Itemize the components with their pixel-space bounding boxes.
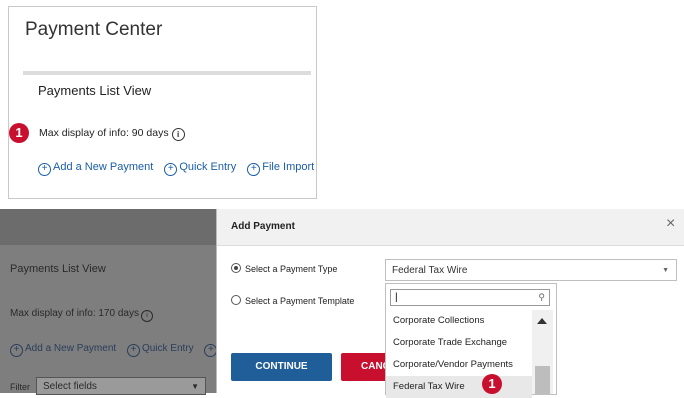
quick-entry-link[interactable]: + Quick Entry	[164, 161, 236, 176]
payments-list-view-heading: Payments List View	[38, 83, 152, 98]
max-display-text: Max display of info: 90 days	[39, 127, 169, 139]
plus-circle-icon: +	[126, 344, 140, 357]
scroll-up-arrow-icon[interactable]	[537, 318, 547, 324]
dropdown-option[interactable]: Corporate/Vendor Payments	[386, 354, 532, 376]
callout-badge: 1	[9, 123, 29, 143]
payment-type-dropdown: | ⚲ Corporate Collections Corporate Trad…	[385, 283, 557, 398]
dropdown-option[interactable]: Corporate Trade Exchange	[386, 332, 532, 354]
add-new-payment-link: + Add a New Payment	[10, 343, 116, 357]
divider	[23, 71, 311, 75]
quick-entry-link: + Quick Entry	[126, 343, 194, 357]
payment-actions: + Add a New Payment + Quick Entry + File Im…	[38, 161, 322, 176]
filter-select: Select fields ▼	[36, 377, 206, 395]
max-display-info: Max display of info: 90 days i	[39, 127, 185, 141]
plus-circle-icon: +	[38, 163, 51, 176]
search-icon: ⚲	[538, 292, 545, 302]
plus-circle-icon: +	[10, 344, 23, 357]
dropdown-option[interactable]: Corporate Collections	[386, 310, 532, 332]
dropdown-scrollbar[interactable]	[532, 310, 553, 394]
scrollbar-thumb[interactable]	[535, 366, 550, 394]
dropdown-list: Corporate Collections Corporate Trade Ex…	[386, 310, 532, 398]
close-icon[interactable]: ×	[666, 215, 675, 233]
modal-title: Add Payment	[231, 221, 295, 232]
modal-header: Add Payment ×	[217, 209, 684, 246]
payment-template-radio[interactable]: Select a Payment Template	[231, 295, 354, 306]
background-max-display: Max display of info: 170 days i	[10, 308, 153, 322]
cancel-button[interactable]: CANCEL	[341, 353, 385, 381]
page-title: Payment Center	[25, 19, 163, 40]
callout-badge: 1	[482, 374, 502, 394]
plus-circle-icon: +	[164, 163, 178, 176]
radio-unchecked-icon[interactable]	[231, 295, 241, 305]
continue-button[interactable]: CONTINUE	[231, 353, 332, 381]
add-payment-modal: Add Payment × Select a Payment Type Sele…	[216, 209, 684, 398]
file-import-link[interactable]: + File Import	[247, 161, 314, 176]
dropdown-option-selected[interactable]: Federal Tax Wire	[386, 376, 532, 398]
payment-type-select[interactable]: Federal Tax Wire ▼	[385, 259, 677, 281]
caret-down-icon: ▼	[662, 267, 669, 274]
background-actions: +Add a New Payment +Quick Entry +Fi	[10, 343, 236, 357]
info-icon: i	[140, 310, 153, 322]
plus-circle-icon: +	[247, 163, 261, 176]
info-icon[interactable]: i	[171, 128, 185, 141]
caret-down-icon: ▼	[191, 382, 199, 391]
filter-label: Filter	[10, 382, 30, 392]
radio-checked-icon[interactable]	[231, 263, 241, 273]
selected-payment-type: Federal Tax Wire	[392, 265, 468, 276]
payment-type-radio[interactable]: Select a Payment Type	[231, 263, 337, 274]
dropdown-search-input[interactable]: | ⚲	[390, 289, 550, 306]
payment-center-panel: Payment Center Payments List View 1 Max …	[8, 6, 317, 199]
add-new-payment-link[interactable]: + Add a New Payment	[38, 161, 153, 176]
background-list-title: Payments List View	[10, 263, 106, 275]
